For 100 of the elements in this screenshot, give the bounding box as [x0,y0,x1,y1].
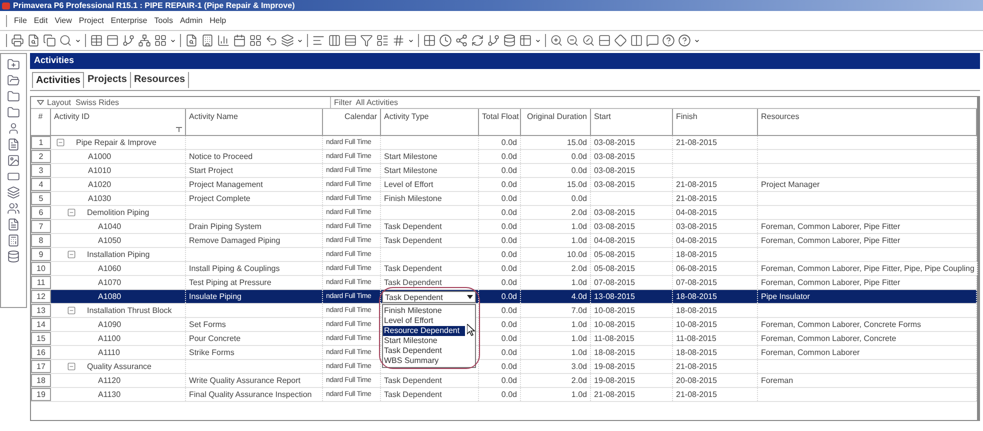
column-header[interactable]: Original Duration [521,109,591,135]
folder-icon[interactable] [7,74,20,87]
menu-item[interactable]: Help [210,14,226,26]
finish-date: 21-08-2015 [676,180,717,189]
total-float: 0.0d [501,362,517,371]
column-header[interactable]: Activity ID [51,109,186,135]
file-search-icon[interactable] [27,34,40,47]
dropdown-option[interactable]: Level of Effort [383,316,475,326]
column-header[interactable]: Activity Name [186,109,323,135]
column-header[interactable]: Activity Type [381,109,479,135]
columns-icon[interactable] [328,34,341,47]
tab[interactable]: Projects [84,72,131,88]
file-search-icon[interactable] [185,34,198,47]
total-float: 0.0d [501,320,517,329]
total-float: 0.0d [501,278,517,287]
folder-icon[interactable] [7,58,20,71]
help-icon[interactable] [678,34,691,47]
filter-icon[interactable] [360,34,373,47]
dropdown-option[interactable]: Start Milestone [383,336,475,346]
user-icon[interactable] [7,122,20,135]
column-header[interactable]: Resources [758,109,977,135]
branch-icon[interactable] [487,34,500,47]
calculator-icon[interactable] [7,234,20,247]
layout-list-icon[interactable] [376,34,389,47]
activity-id: A1060 [98,264,122,273]
folder-icon[interactable] [7,106,20,119]
menu-item[interactable]: Enterprise [110,14,148,26]
refresh-icon[interactable] [471,34,484,47]
zoom-in-icon[interactable] [550,34,563,47]
column-header[interactable]: # [31,109,51,135]
rows-icon[interactable] [598,34,611,47]
columns-icon[interactable] [630,34,643,47]
collapse-icon[interactable] [56,138,65,147]
rows-icon[interactable] [344,34,357,47]
activity-name: Final Quality Assurance Inspection [189,390,312,399]
rectangle-icon[interactable] [7,170,20,183]
collapse-icon[interactable] [67,362,76,371]
column-header[interactable]: Calendar [323,109,381,135]
printer-icon[interactable] [11,34,24,47]
dropdown-option[interactable]: Finish Milestone [383,306,475,316]
column-header[interactable]: Start [591,109,673,135]
activity-type: Level of Effort [384,180,434,189]
dropdown-option[interactable]: Resource Dependent [383,326,465,336]
menu-item[interactable]: View [54,14,72,26]
zoom-out-icon[interactable] [566,34,579,47]
network-icon[interactable] [138,34,151,47]
branch-icon[interactable] [122,34,135,47]
grid-icon[interactable] [423,34,436,47]
original-duration: 2.0d [571,376,587,385]
hash-icon[interactable] [392,34,405,47]
share-icon[interactable] [455,34,468,47]
tab[interactable]: Activities [32,72,84,88]
calendar-icon[interactable] [233,34,246,47]
comment-icon[interactable] [646,34,659,47]
activity-id: A1110 [98,348,120,357]
activity-type-dropdown[interactable]: Task Dependent [382,291,476,303]
window-title: Primavera P6 Professional R15.1 : PIPE REPAIR-1 (Pipe Repair & Improve) [13,0,295,11]
search-icon[interactable] [59,34,72,47]
search-icon[interactable] [582,34,595,47]
row-number: 14 [36,320,46,329]
grid-icon[interactable] [154,34,167,47]
copy-icon[interactable] [43,34,56,47]
start-date: 07-08-2015 [594,278,635,287]
table-icon[interactable] [519,34,532,47]
collapse-icon[interactable] [67,208,76,217]
column-header[interactable]: Finish [673,109,758,135]
document-icon[interactable] [7,138,20,151]
row-number: 2 [38,152,44,161]
layers-icon[interactable] [7,186,20,199]
column-header[interactable]: Total Float [479,109,521,135]
folder-icon[interactable] [7,90,20,103]
clock-icon[interactable] [439,34,452,47]
dropdown-option[interactable]: Task Dependent [383,346,475,356]
grid-icon[interactable] [249,34,262,47]
original-duration: 10.0d [566,250,587,259]
total-float: 0.0d [501,334,517,343]
image-icon[interactable] [7,154,20,167]
collapse-icon[interactable] [67,250,76,259]
collapse-triangle-icon[interactable] [37,100,44,105]
building-icon[interactable] [201,34,214,47]
document-icon[interactable] [7,218,20,231]
table-icon[interactable] [90,34,103,47]
panel-icon[interactable] [106,34,119,47]
database-icon[interactable] [503,34,516,47]
resources-cell: Foreman, Common Laborer, Pipe Fitter [761,222,900,231]
menu-item[interactable]: Tools [154,14,173,26]
menu-item[interactable]: Admin [180,14,203,26]
menu-item[interactable]: File [14,14,27,26]
diamond-icon[interactable] [614,34,627,47]
users-icon[interactable] [7,202,20,215]
menu-item[interactable]: Project [78,14,104,26]
collapse-icon[interactable] [67,306,76,315]
help-icon[interactable] [662,34,675,47]
menu-item[interactable]: Edit [34,14,48,26]
undo-icon[interactable] [265,34,278,47]
bar-chart-icon[interactable] [217,34,230,47]
align-left-icon[interactable] [312,34,325,47]
layers-icon[interactable] [281,34,294,47]
database-icon[interactable] [7,250,20,263]
tab[interactable]: Resources [130,72,190,88]
